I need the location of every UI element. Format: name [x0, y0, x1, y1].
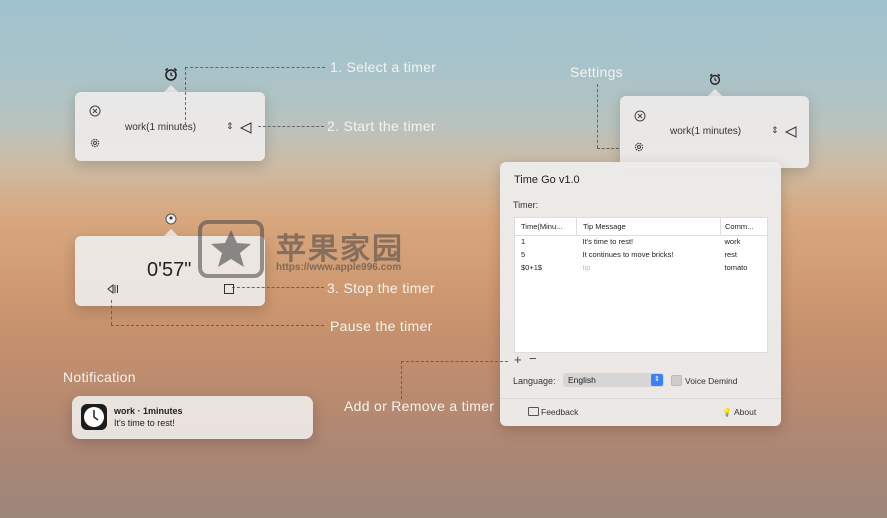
- start-button[interactable]: [239, 121, 253, 139]
- feedback-icon: [528, 407, 539, 416]
- table-row[interactable]: $0+1$ tip tomato: [515, 261, 767, 274]
- cell-command[interactable]: work: [721, 235, 768, 248]
- voice-label: Voice Demind: [685, 376, 738, 386]
- about-label: About: [733, 407, 757, 417]
- alarm-icon-3[interactable]: [708, 72, 722, 86]
- close-button[interactable]: [89, 104, 101, 122]
- callout-add-remove: Add or Remove a timer: [344, 398, 495, 414]
- settings-button[interactable]: [89, 136, 101, 154]
- cell-tip[interactable]: It's time to rest!: [577, 235, 721, 248]
- notification-banner[interactable]: work · 1minutes It's time to rest!: [72, 396, 313, 439]
- pause-icon: [107, 283, 118, 295]
- alarm-clock-icon: [165, 213, 177, 225]
- callout-start-timer: 2. Start the timer: [327, 118, 436, 134]
- cell-time[interactable]: $0+1$: [515, 261, 577, 274]
- timer-stepper[interactable]: ⇕: [226, 121, 234, 132]
- col-time[interactable]: Time(Minu...: [515, 218, 577, 235]
- language-label: Language:: [513, 376, 556, 386]
- callout-select-timer: 1. Select a timer: [330, 59, 437, 75]
- timer-table: Time(Minu... Tip Message Comm... 1 It's …: [514, 217, 768, 353]
- plus-icon: +: [514, 352, 522, 367]
- cell-command[interactable]: rest: [721, 248, 768, 261]
- clock-app-icon: [81, 404, 107, 430]
- stop-icon: [224, 284, 234, 294]
- alarm-icon-2[interactable]: [164, 212, 178, 226]
- cell-command[interactable]: tomato: [721, 261, 768, 274]
- timer-widget-select: work(1 minutes) ⇕: [75, 92, 265, 161]
- feedback-button[interactable]: Feedback: [528, 407, 578, 417]
- settings-window: Time Go v1.0 Timer: Time(Minu... Tip Mes…: [500, 162, 781, 426]
- close-button[interactable]: [634, 109, 646, 127]
- gear-icon: [634, 142, 644, 152]
- timer-widget-settings: work(1 minutes) ⇕: [620, 96, 809, 168]
- timer-select[interactable]: work(1 minutes): [670, 126, 741, 137]
- callout-pause-timer: Pause the timer: [330, 318, 433, 334]
- language-value: English: [568, 375, 596, 385]
- callout-notification: Notification: [63, 369, 136, 385]
- chevron-updown-icon: ⇕: [651, 374, 663, 386]
- notification-body: It's time to rest!: [114, 418, 175, 428]
- settings-button[interactable]: [633, 140, 645, 158]
- col-command[interactable]: Comm...: [721, 218, 768, 235]
- feedback-label: Feedback: [541, 407, 579, 417]
- countdown-display: 0'57": [147, 259, 192, 281]
- play-icon: [784, 126, 797, 138]
- start-button[interactable]: [784, 125, 798, 143]
- timer-label: Timer:: [513, 200, 539, 210]
- table-row[interactable]: 1 It's time to rest! work: [515, 235, 767, 248]
- alarm-icon-1[interactable]: [163, 66, 179, 82]
- window-title: Time Go v1.0: [514, 174, 580, 186]
- pause-button[interactable]: [107, 282, 119, 300]
- stepper-icon: ⇕: [226, 121, 234, 131]
- star-logo-icon: [198, 220, 264, 278]
- watermark: 苹果家园 https://www.apple996.com: [198, 218, 438, 280]
- alarm-clock-icon: [164, 67, 178, 81]
- play-icon: [239, 122, 252, 134]
- watermark-url: https://www.apple996.com: [276, 262, 402, 273]
- cell-time[interactable]: 1: [515, 235, 577, 248]
- stepper-icon: ⇕: [771, 125, 779, 135]
- cell-tip[interactable]: It continues to move bricks!: [577, 248, 721, 261]
- close-circle-icon: [89, 105, 101, 117]
- remove-button[interactable]: −: [529, 351, 537, 366]
- close-circle-icon: [634, 110, 646, 122]
- cell-time[interactable]: 5: [515, 248, 577, 261]
- callout-settings: Settings: [570, 64, 623, 80]
- stop-button[interactable]: [223, 282, 235, 300]
- table-row[interactable]: 5 It continues to move bricks! rest: [515, 248, 767, 261]
- col-tip[interactable]: Tip Message: [576, 218, 721, 235]
- about-button[interactable]: 💡 About: [722, 407, 756, 417]
- gear-icon: [90, 138, 100, 148]
- timer-stepper[interactable]: ⇕: [771, 125, 779, 136]
- language-select[interactable]: English ⇕: [563, 373, 664, 387]
- footer-divider: [500, 398, 781, 399]
- alarm-clock-icon: [709, 73, 721, 85]
- bulb-icon: 💡: [722, 408, 732, 417]
- voice-checkbox[interactable]: [671, 375, 682, 386]
- add-button[interactable]: +: [514, 352, 522, 367]
- callout-stop-timer: 3. Stop the timer: [327, 280, 435, 296]
- minus-icon: −: [529, 351, 537, 366]
- notification-title: work · 1minutes: [114, 406, 183, 416]
- cell-tip[interactable]: tip: [577, 261, 721, 274]
